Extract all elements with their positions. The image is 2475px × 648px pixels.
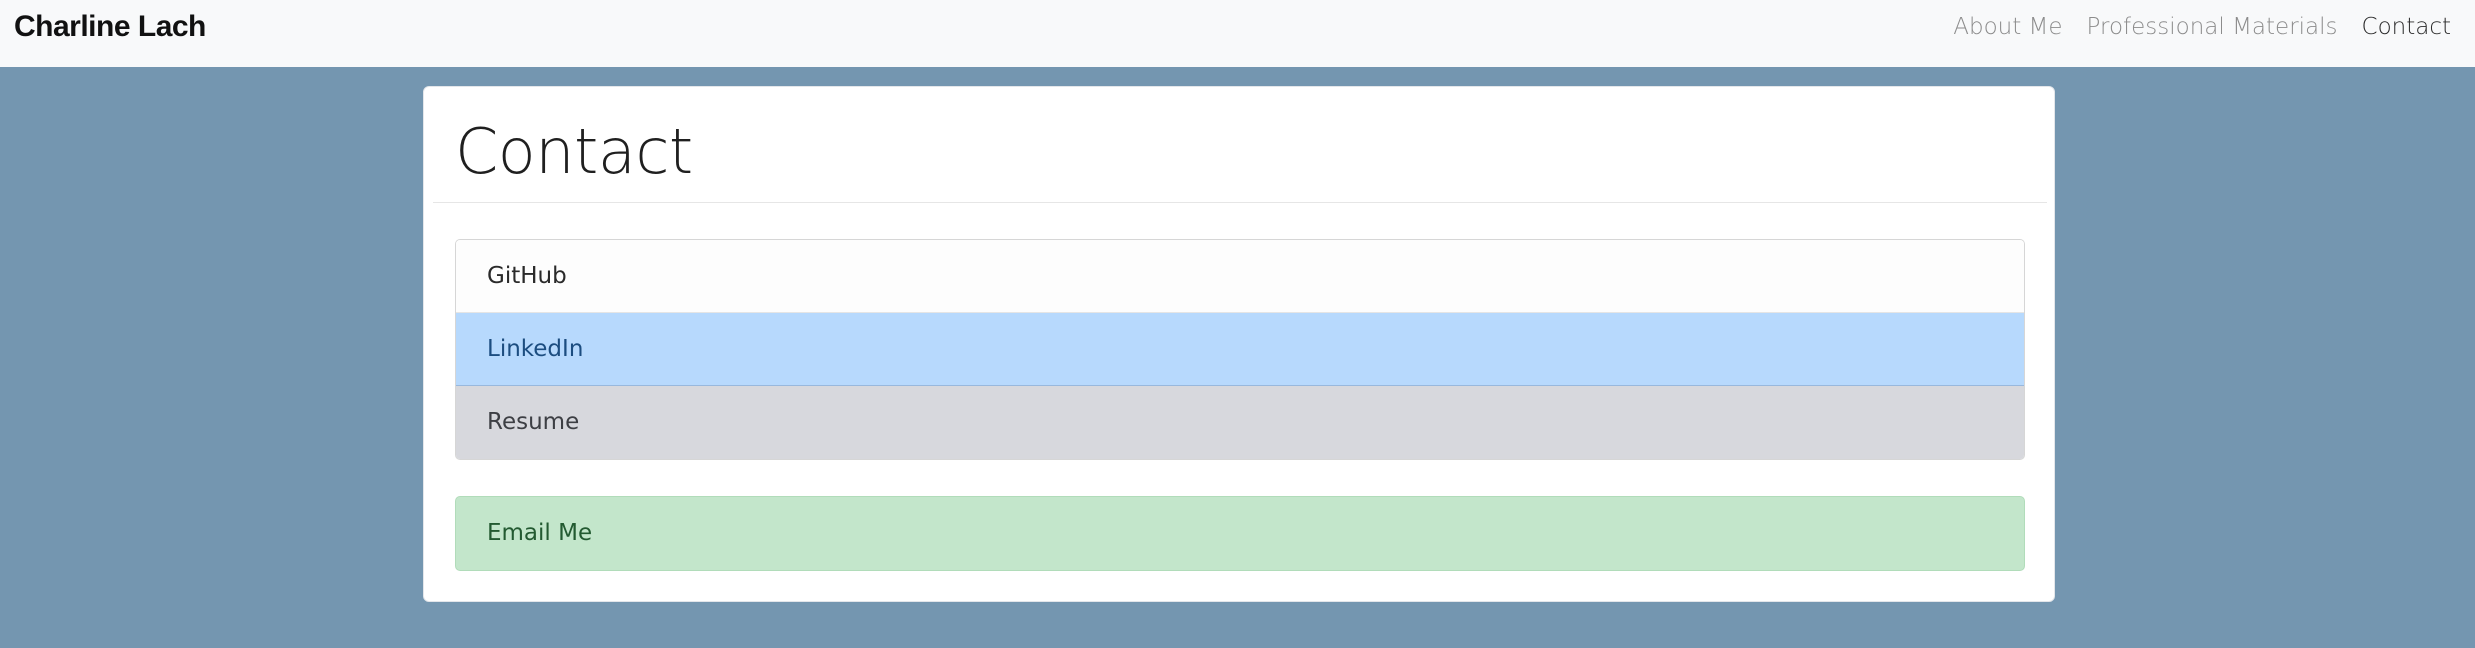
nav-link-professional-materials[interactable]: Professional Materials — [2087, 11, 2338, 43]
resume-link[interactable]: Resume — [456, 386, 2024, 459]
linkedin-link[interactable]: LinkedIn — [456, 313, 2024, 386]
page-title: Contact — [455, 115, 693, 188]
contact-card: Contact GitHub LinkedIn Resume Email Me — [423, 86, 2055, 602]
nav-links: About Me Professional Materials Contact — [1953, 11, 2451, 43]
nav-link-contact[interactable]: Contact — [2362, 11, 2451, 43]
brand-link[interactable]: Charline Lach — [14, 8, 206, 46]
contact-link-list: GitHub LinkedIn Resume — [455, 239, 2025, 460]
email-me-button[interactable]: Email Me — [455, 496, 2025, 571]
top-navbar: Charline Lach About Me Professional Mate… — [0, 0, 2475, 67]
nav-link-about-me[interactable]: About Me — [1953, 11, 2062, 43]
title-divider — [433, 202, 2047, 203]
github-link[interactable]: GitHub — [456, 240, 2024, 313]
